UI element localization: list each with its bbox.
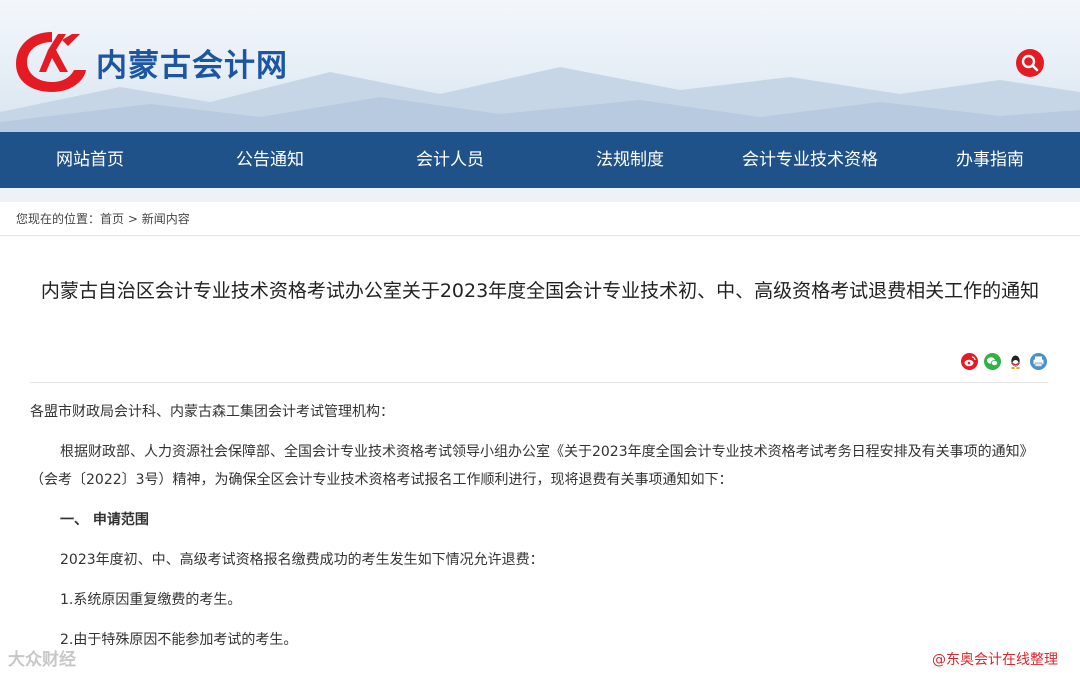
article-paragraph: 2023年度初、中、高级考试资格报名缴费成功的考生发生如下情况允许退费： — [60, 552, 544, 568]
breadcrumb: 您现在的位置：首页 > 新闻内容 — [0, 202, 1080, 236]
article-paragraph-intro: 根据财政部、人力资源社会保障部、全国会计专业技术资格考试领导小组办公室《关于20… — [30, 444, 1034, 488]
logo-icon — [16, 32, 86, 92]
nav-item-announcements[interactable]: 公告通知 — [180, 132, 360, 188]
nav-item-regulations[interactable]: 法规制度 — [540, 132, 720, 188]
article-paragraph-salutation: 各盟市财政局会计科、内蒙古森工集团会计考试管理机构： — [30, 404, 394, 420]
nav-item-qualification[interactable]: 会计专业技术资格 — [720, 132, 900, 188]
breadcrumb-current: 新闻内容 — [141, 212, 190, 226]
nav-item-accountants[interactable]: 会计人员 — [360, 132, 540, 188]
breadcrumb-home-link[interactable]: 首页 — [100, 212, 124, 226]
title-divider — [30, 382, 1048, 383]
article-body: 各盟市财政局会计科、内蒙古森工集团会计考试管理机构： 根据财政部、人力资源社会保… — [30, 398, 1050, 666]
qq-icon — [1011, 355, 1020, 369]
share-weibo-button[interactable] — [961, 353, 978, 370]
breadcrumb-prefix: 您现在的位置： — [16, 212, 101, 226]
list-item: 1.系统原因重复缴费的考生。 — [60, 592, 242, 608]
watermark-left: 大众财经 — [8, 650, 76, 670]
weibo-icon — [964, 356, 976, 367]
share-wechat-button[interactable] — [984, 353, 1001, 370]
print-button[interactable] — [1030, 353, 1047, 370]
search-button[interactable] — [1016, 49, 1044, 77]
share-qq-button[interactable] — [1007, 353, 1024, 370]
nav-item-home[interactable]: 网站首页 — [0, 132, 180, 188]
main-nav: 网站首页 公告通知 会计人员 法规制度 会计专业技术资格 办事指南 — [0, 132, 1080, 188]
site-name[interactable]: 内蒙古会计网 — [96, 40, 288, 85]
wechat-icon — [987, 357, 999, 366]
print-icon — [1033, 356, 1044, 367]
article-title: 内蒙古自治区会计专业技术资格考试办公室关于2023年度全国会计专业技术初、中、高… — [40, 280, 1040, 302]
watermark-right: @东奥会计在线整理 — [932, 652, 1058, 668]
nav-item-guide[interactable]: 办事指南 — [900, 132, 1080, 188]
breadcrumb-separator: > — [127, 212, 138, 226]
search-icon — [1021, 54, 1039, 72]
list-item: 2.由于特殊原因不能参加考试的考生。 — [60, 632, 298, 648]
section-heading-scope: 一、 申请范围 — [60, 512, 149, 528]
site-header: 内蒙古会计网 — [0, 0, 1080, 132]
section-gap — [0, 188, 1080, 202]
